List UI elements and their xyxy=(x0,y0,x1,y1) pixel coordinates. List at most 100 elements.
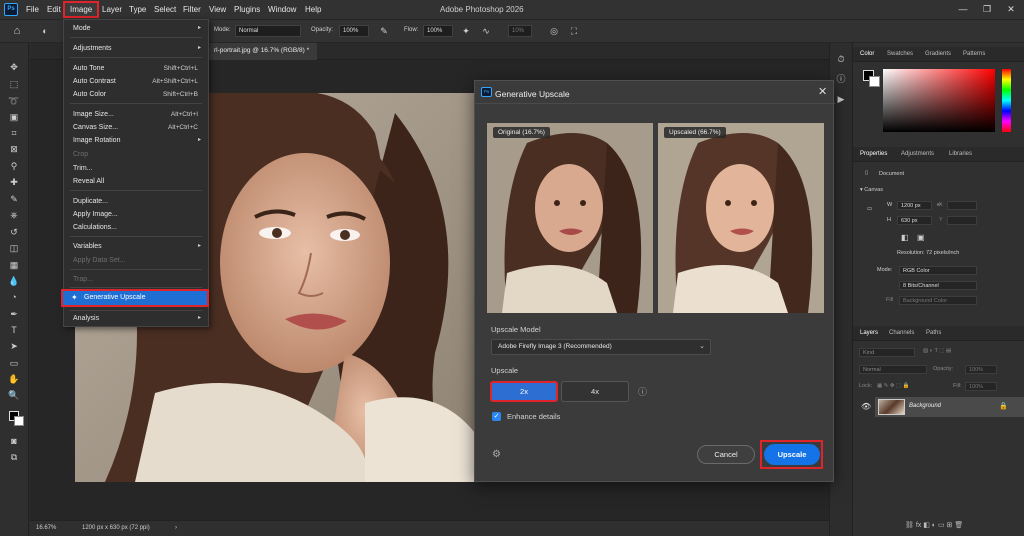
pressure-opacity-icon[interactable]: ✎ xyxy=(378,25,390,37)
layer-row-background[interactable]: Background 🔒 xyxy=(875,397,1024,417)
tab-adjustments[interactable]: Adjustments xyxy=(901,151,934,157)
opacity-field[interactable]: 100% xyxy=(339,25,369,37)
menu-edit[interactable]: Edit xyxy=(47,5,61,14)
dodge-tool-icon[interactable]: ◔ xyxy=(5,291,23,304)
tab-paths[interactable]: Paths xyxy=(926,330,941,336)
restore-icon[interactable]: ❐ xyxy=(980,3,994,15)
visibility-eye-icon[interactable]: 👁 xyxy=(861,402,871,411)
object-select-tool-icon[interactable]: ▣ xyxy=(5,111,23,124)
document-tab[interactable]: rl-portrait.jpg @ 16.7% (RGB/8) * xyxy=(206,43,318,60)
orientation-landscape-icon[interactable]: ▣ xyxy=(917,233,925,242)
menu-item-duplicate[interactable]: Duplicate... xyxy=(73,196,202,207)
menu-item-calculations[interactable]: Calculations... xyxy=(73,222,202,233)
document-info[interactable]: 1200 px x 630 px (72 ppi) xyxy=(82,525,150,531)
gradient-tool-icon[interactable]: ▦ xyxy=(5,259,23,272)
info-icon[interactable]: ⓘ xyxy=(638,385,647,398)
settings-gear-icon[interactable]: ⚙ xyxy=(492,449,501,460)
menu-type[interactable]: Type xyxy=(129,5,146,14)
tab-swatches[interactable]: Swatches xyxy=(887,51,913,57)
cancel-button[interactable]: Cancel xyxy=(697,445,755,464)
screen-mode-icon[interactable]: ⧉ xyxy=(5,451,23,464)
zoom-level[interactable]: 16.67% xyxy=(36,525,56,531)
blur-tool-icon[interactable]: 💧 xyxy=(5,275,23,288)
tab-patterns[interactable]: Patterns xyxy=(963,51,985,57)
marquee-tool-icon[interactable]: ⬚ xyxy=(5,78,23,91)
upscale-2x-button[interactable]: 2x xyxy=(490,381,558,402)
layer-footer-icons[interactable]: ⛓ fx ◧ ◐ ▭ ⊞ 🗑 xyxy=(905,521,963,529)
tab-layers[interactable]: Layers xyxy=(860,330,878,336)
menu-item-mode[interactable]: Mode ▸ xyxy=(73,23,202,34)
menu-view[interactable]: View xyxy=(209,5,226,14)
lasso-tool-icon[interactable]: ➰ xyxy=(5,95,23,108)
fill-select[interactable]: Background Color xyxy=(899,296,977,305)
menu-item-image-size[interactable]: Image Size... Alt+Ctrl+I xyxy=(73,109,202,120)
enhance-details-checkbox[interactable]: ✓ xyxy=(492,412,501,421)
menu-item-canvas-size[interactable]: Canvas Size... Alt+Ctrl+C xyxy=(73,122,202,133)
color-bg-swatch[interactable] xyxy=(869,76,880,87)
bit-depth-select[interactable]: 8 Bits/Channel xyxy=(899,281,977,290)
menu-image[interactable]: Image xyxy=(70,5,92,14)
crop-tool-icon[interactable]: ⌗ xyxy=(5,127,23,140)
brush-tool-icon[interactable]: ✎ xyxy=(5,193,23,206)
info-panel-icon[interactable]: ⓘ xyxy=(835,73,847,85)
minimize-icon[interactable]: — xyxy=(956,3,970,15)
upscale-model-select[interactable]: Adobe Firefly Image 3 (Recommended) ⌄ xyxy=(491,339,711,355)
smoothing-field[interactable]: 10% xyxy=(508,25,532,37)
menu-filter[interactable]: Filter xyxy=(183,5,201,14)
color-field[interactable] xyxy=(883,69,995,132)
menu-item-apply-image[interactable]: Apply Image... xyxy=(73,209,202,220)
airbrush-icon[interactable]: ✦ xyxy=(460,25,472,37)
layer-filter-select[interactable]: Kind xyxy=(859,348,915,357)
close-window-icon[interactable]: ✕ xyxy=(1004,3,1018,15)
home-icon[interactable]: ⌂ xyxy=(10,25,24,37)
hue-slider[interactable] xyxy=(1002,69,1011,132)
mode-select[interactable]: Normal xyxy=(235,25,301,37)
layer-fill-field[interactable]: 100% xyxy=(965,382,997,391)
history-brush-tool-icon[interactable]: ↺ xyxy=(5,226,23,239)
width-field[interactable]: 1200 px xyxy=(897,201,932,210)
menu-window[interactable]: Window xyxy=(268,5,296,14)
clone-stamp-tool-icon[interactable]: ⎈ xyxy=(5,209,23,222)
upscale-4x-button[interactable]: 4x xyxy=(561,381,629,402)
menu-item-analysis[interactable]: Analysis ▸ xyxy=(73,313,202,324)
close-icon[interactable]: ✕ xyxy=(818,85,827,98)
menu-file[interactable]: File xyxy=(26,5,39,14)
menu-item-reveal-all[interactable]: Reveal All xyxy=(73,176,202,187)
menu-item-image-rotation[interactable]: Image Rotation ▸ xyxy=(73,135,202,146)
menu-plugins[interactable]: Plugins xyxy=(234,5,260,14)
flow-field[interactable]: 100% xyxy=(423,25,453,37)
rectangle-tool-icon[interactable]: ▭ xyxy=(5,357,23,370)
hand-tool-icon[interactable]: ✋ xyxy=(5,373,23,386)
blend-mode-select[interactable]: Normal xyxy=(859,365,927,374)
healing-brush-tool-icon[interactable]: ✚ xyxy=(5,176,23,189)
x-field[interactable] xyxy=(947,201,977,210)
history-panel-icon[interactable]: ⏱ xyxy=(835,53,847,65)
tab-gradients[interactable]: Gradients xyxy=(925,51,951,57)
type-tool-icon[interactable]: T xyxy=(5,324,23,337)
tab-libraries[interactable]: Libraries xyxy=(949,151,972,157)
smoothing-icon[interactable]: ∿ xyxy=(480,25,492,37)
lock-icons[interactable]: ▦ ✎ ✥ ⬚ 🔒 xyxy=(877,383,910,389)
actions-panel-icon[interactable]: ▶ xyxy=(835,93,847,105)
orientation-portrait-icon[interactable]: ◧ xyxy=(901,233,909,242)
background-color-swatch[interactable] xyxy=(14,416,24,426)
y-field[interactable] xyxy=(947,216,977,225)
color-mode-select[interactable]: RGB Color xyxy=(899,266,977,275)
menu-item-variables[interactable]: Variables ▸ xyxy=(73,241,202,252)
height-field[interactable]: 630 px xyxy=(897,216,932,225)
zoom-tool-icon[interactable]: 🔍 xyxy=(5,389,23,402)
menu-item-auto-tone[interactable]: Auto Tone Shift+Ctrl+L xyxy=(73,63,202,74)
pen-tool-icon[interactable]: ✒ xyxy=(5,308,23,321)
path-select-tool-icon[interactable]: ➤ xyxy=(5,340,23,353)
menu-item-trim[interactable]: Trim... xyxy=(73,163,202,174)
layer-opacity-field[interactable]: 100% xyxy=(965,365,997,374)
status-arrow-icon[interactable]: › xyxy=(175,525,177,531)
brush-preset-icon[interactable]: ◐ xyxy=(38,25,52,37)
menu-layer[interactable]: Layer xyxy=(102,5,122,14)
move-tool-icon[interactable]: ✥ xyxy=(5,61,23,74)
menu-item-generative-upscale[interactable]: ✦ Generative Upscale xyxy=(61,289,209,307)
tab-channels[interactable]: Channels xyxy=(889,330,914,336)
eraser-tool-icon[interactable]: ◫ xyxy=(5,242,23,255)
angle-icon[interactable]: ◎ xyxy=(548,25,560,37)
menu-item-adjustments[interactable]: Adjustments ▸ xyxy=(73,43,202,54)
